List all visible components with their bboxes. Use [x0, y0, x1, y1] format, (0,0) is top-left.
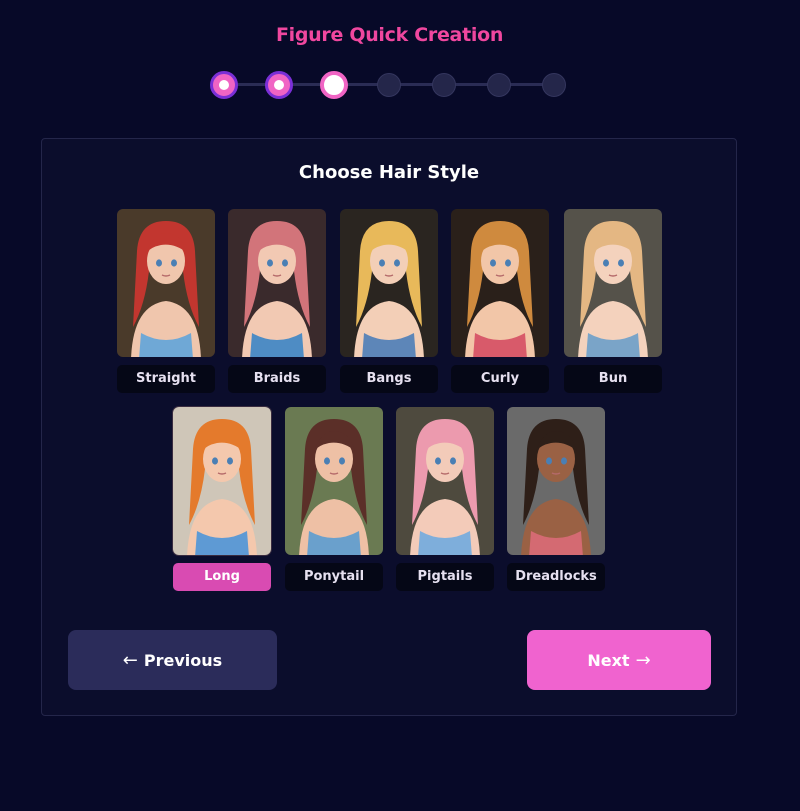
hair-preview-image[interactable] — [396, 407, 494, 555]
hair-preview-image[interactable] — [117, 209, 215, 357]
hair-preview-image[interactable] — [173, 407, 271, 555]
portrait-illustration — [564, 209, 662, 357]
page-title: Figure Quick Creation — [275, 24, 504, 46]
next-button[interactable]: Next → — [527, 630, 711, 690]
previous-button-label: Previous — [143, 650, 223, 670]
portrait-illustration — [173, 407, 271, 555]
next-button-label: Next — [587, 650, 630, 670]
hair-option-label[interactable]: Ponytail — [285, 563, 383, 591]
step-1-indicator — [210, 71, 238, 99]
step-6-indicator — [487, 73, 511, 97]
portrait-illustration — [228, 209, 326, 357]
hair-preview-image[interactable] — [340, 209, 438, 357]
portrait-illustration — [117, 209, 215, 357]
step-4-indicator — [377, 73, 401, 97]
arrow-left-icon: ← — [122, 649, 138, 671]
portrait-illustration — [507, 407, 605, 555]
hair-option-label[interactable]: Bangs — [340, 365, 438, 393]
hair-preview-image[interactable] — [228, 209, 326, 357]
hair-option-label[interactable]: Pigtails — [396, 563, 494, 591]
hair-preview-image[interactable] — [507, 407, 605, 555]
panel-title: Choose Hair Style — [298, 162, 480, 183]
portrait-illustration — [340, 209, 438, 357]
hair-preview-image[interactable] — [564, 209, 662, 357]
hair-option-label[interactable]: Braids — [228, 365, 326, 393]
step-2-indicator — [265, 71, 293, 99]
progress-stepper — [210, 71, 567, 99]
portrait-illustration — [396, 407, 494, 555]
previous-button[interactable]: ← Previous — [68, 630, 277, 690]
hair-option-label[interactable]: Long — [173, 563, 271, 591]
step-3-indicator — [320, 71, 348, 99]
hair-option-label[interactable]: Curly — [451, 365, 549, 393]
arrow-right-icon: → — [635, 649, 651, 671]
step-7-indicator — [542, 73, 566, 97]
step-5-indicator — [432, 73, 456, 97]
hair-option-label[interactable]: Straight — [117, 365, 215, 393]
hair-preview-image[interactable] — [285, 407, 383, 555]
hair-option-label[interactable]: Bun — [564, 365, 662, 393]
portrait-illustration — [451, 209, 549, 357]
hair-option-label[interactable]: Dreadlocks — [507, 563, 605, 591]
hair-preview-image[interactable] — [451, 209, 549, 357]
portrait-illustration — [285, 407, 383, 555]
figure-creation-page: Figure Quick Creation Choose Hair Style … — [0, 0, 800, 811]
